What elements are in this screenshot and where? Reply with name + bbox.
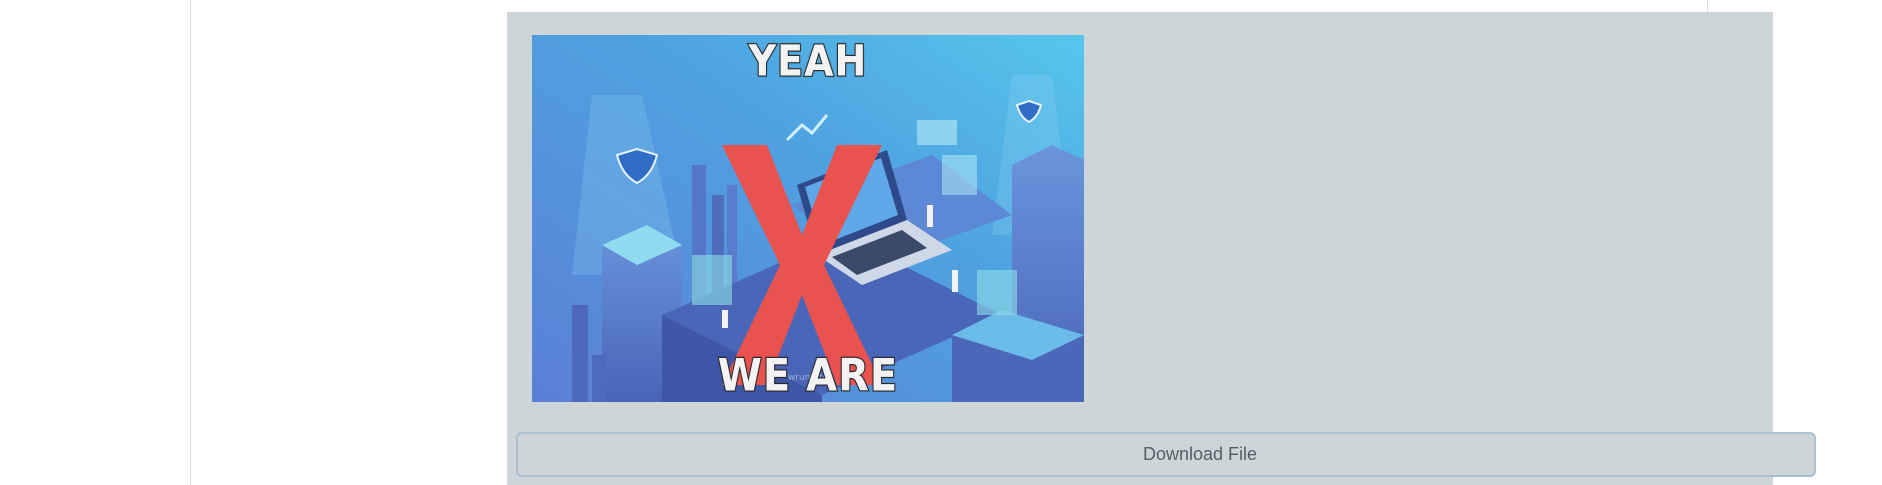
download-file-button[interactable]: Download File	[516, 432, 1816, 477]
file-preview-panel: wrumeto YEAH WE ARE Download File	[507, 12, 1816, 485]
page-container: wrumeto YEAH WE ARE Download File	[190, 0, 1816, 485]
red-x-icon	[722, 145, 882, 385]
meme-top-text: YEAH	[748, 35, 868, 87]
meme-bottom-text: WE ARE	[717, 349, 899, 402]
meme-image: wrumeto YEAH WE ARE	[532, 35, 1084, 402]
